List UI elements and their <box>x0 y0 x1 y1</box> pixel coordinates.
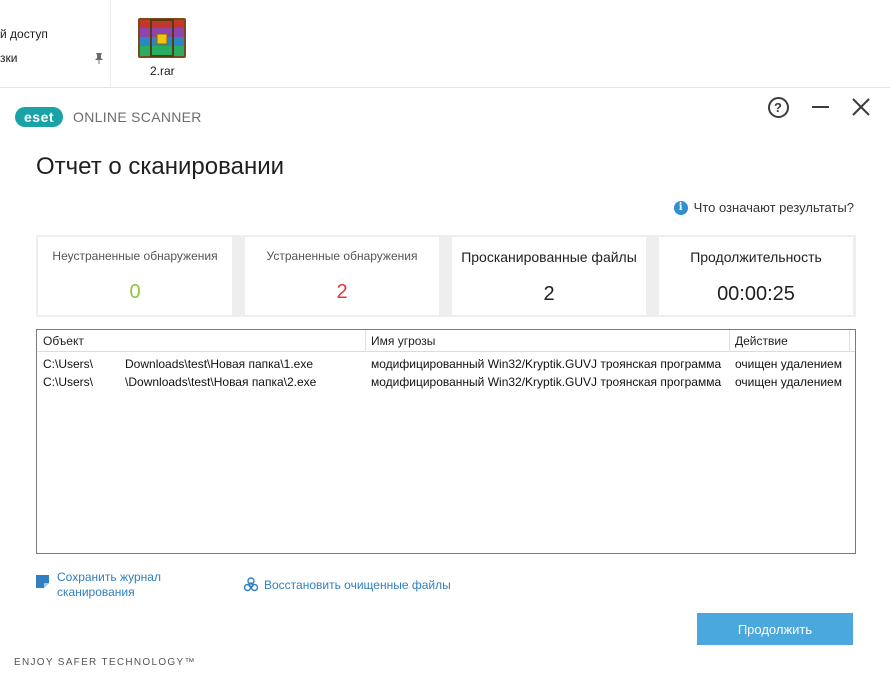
table-row[interactable]: C:\Users\ \Downloads\test\Новая папка\2.e… <box>37 373 855 391</box>
column-divider[interactable] <box>849 330 850 352</box>
restore-files-label: Восстановить очищенные файлы <box>264 578 451 592</box>
help-button[interactable]: ? <box>766 95 790 119</box>
cell-object: C:\Users\ \Downloads\test\Новая папка\2.e… <box>43 375 317 389</box>
cell-threat: модифицированный Win32/Kryptik.GUVJ троя… <box>371 375 722 389</box>
rar-file-label[interactable]: 2.rar <box>150 64 175 78</box>
save-log-link[interactable]: Сохранить журнал сканирования <box>36 570 177 600</box>
eset-logo: eset ONLINE SCANNER <box>15 107 202 127</box>
explorer-nav-item-quick-access[interactable]: й доступ <box>0 27 48 41</box>
continue-button[interactable]: Продолжить <box>697 613 853 645</box>
minimize-icon <box>811 106 829 108</box>
cell-action: очищен удалением <box>735 375 842 389</box>
close-button[interactable] <box>849 95 873 119</box>
stat-card-resolved: Устраненные обнаружения 2 <box>245 237 439 315</box>
explorer-divider <box>110 0 111 88</box>
stat-card-scanned-files: Просканированные файлы 2 <box>452 237 646 315</box>
restore-files-link[interactable]: Восстановить очищенные файлы <box>243 577 451 593</box>
stat-label: Неустраненные обнаружения <box>52 249 218 263</box>
save-log-icon <box>36 575 49 588</box>
close-icon <box>852 98 870 116</box>
stat-card-duration: Продолжительность 00:00:25 <box>659 237 853 315</box>
cell-action: очищен удалением <box>735 357 842 371</box>
save-log-label: Сохранить журнал сканирования <box>57 570 161 599</box>
cell-threat: модифицированный Win32/Kryptik.GUVJ троя… <box>371 357 722 371</box>
logo-brand: eset <box>15 107 64 127</box>
detections-table[interactable]: Объект Имя угрозы Действие C:\Users\ Down… <box>36 329 856 554</box>
minimize-button[interactable] <box>808 95 832 119</box>
stat-label: Продолжительность <box>690 249 822 265</box>
stat-label: Устраненные обнаружения <box>266 249 418 263</box>
stat-label: Просканированные файлы <box>461 249 637 265</box>
logo-product-name: ONLINE SCANNER <box>73 109 202 125</box>
stats-panel: Неустраненные обнаружения 0 Устраненные … <box>36 235 856 317</box>
column-header-threat[interactable]: Имя угрозы <box>365 330 717 352</box>
help-icon: ? <box>767 96 789 118</box>
rar-archive-icon[interactable] <box>137 16 187 60</box>
column-header-action[interactable]: Действие <box>729 330 847 352</box>
biohazard-icon <box>243 577 259 592</box>
stat-card-unresolved: Неустраненные обнаружения 0 <box>38 237 232 315</box>
column-header-object[interactable]: Объект <box>37 330 357 352</box>
explorer-nav-item-downloads[interactable]: зки <box>0 51 17 65</box>
tagline: ENJOY SAFER TECHNOLOGY™ <box>14 657 196 668</box>
results-help-link[interactable]: i Что означают результаты? <box>673 200 854 215</box>
pin-icon[interactable] <box>93 52 105 64</box>
results-help-label: Что означают результаты? <box>693 200 854 215</box>
page-title: Отчет о сканировании <box>36 153 285 180</box>
cell-object: C:\Users\ Downloads\test\Новая папка\1.ex… <box>43 357 314 371</box>
stat-value: 2 <box>336 281 348 303</box>
explorer-background: й доступ зки 2.rar <box>0 0 890 88</box>
table-header: Объект Имя угрозы Действие <box>37 330 855 352</box>
eset-scanner-window: eset ONLINE SCANNER ? Отчет о сканирован… <box>0 89 890 686</box>
table-row[interactable]: C:\Users\ Downloads\test\Новая папка\1.ex… <box>37 355 855 373</box>
stat-value: 2 <box>543 283 555 305</box>
info-icon: i <box>673 200 688 215</box>
stat-value: 0 <box>129 281 141 303</box>
stat-value: 00:00:25 <box>717 283 795 305</box>
